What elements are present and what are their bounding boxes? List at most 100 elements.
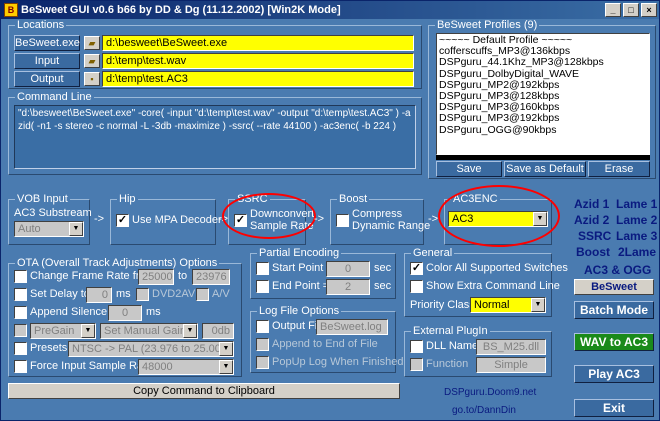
function-checkbox[interactable] [410, 358, 423, 371]
use-mpa-checkbox[interactable]: ✓ [116, 214, 129, 227]
priority-class-label: Priority Class [410, 299, 475, 311]
lame2-label[interactable]: Lame 2 [616, 213, 657, 227]
vob-input-title: VOB Input [15, 193, 70, 205]
ac3-substream-value: Auto [18, 223, 41, 235]
presets-checkbox[interactable] [14, 342, 27, 355]
output-path[interactable]: d:\temp\test.AC3 [102, 71, 414, 87]
erase-profile-button[interactable]: Erase [588, 161, 650, 177]
output-log-checkbox[interactable] [256, 320, 269, 333]
append-log-checkbox[interactable] [256, 338, 269, 351]
play-ac3-button[interactable]: Play AC3 [574, 365, 654, 383]
start-sec-label: sec [374, 262, 392, 274]
append-silence-checkbox[interactable] [14, 306, 27, 319]
input-path[interactable]: d:\temp\test.wav [102, 53, 414, 69]
output-button[interactable]: Output [14, 71, 80, 87]
append-silence-input[interactable]: 0 [108, 305, 142, 321]
title-bar: B BeSweet GUI v0.6 b66 by DD & Dg (11.12… [1, 1, 659, 19]
ac3-substream-select[interactable]: Auto ▼ [14, 221, 84, 237]
chevron-down-icon[interactable]: ▼ [219, 342, 233, 356]
color-switches-checkbox[interactable]: ✓ [410, 262, 423, 275]
besweet-mode-button[interactable]: BeSweet [574, 279, 654, 295]
ac3-ogg-label[interactable]: AC3 & OGG [584, 263, 651, 277]
end-sec-label: sec [374, 280, 392, 292]
save-profile-button[interactable]: Save [436, 161, 502, 177]
delay-ms-label: ms [116, 288, 131, 300]
minimize-button[interactable]: _ [605, 3, 621, 17]
change-frame-rate-checkbox[interactable] [14, 270, 27, 283]
main-window: B BeSweet GUI v0.6 b66 by DD & Dg (11.12… [0, 0, 660, 421]
maximize-button[interactable]: □ [623, 3, 639, 17]
presets-select[interactable]: NTSC -> PAL (23.976 to 25.000) ▼ [68, 341, 234, 357]
client-area: Locations BeSweet.exe ▰ d:\besweet\BeSwe… [4, 19, 658, 419]
chevron-down-icon[interactable]: ▼ [81, 324, 95, 338]
end-point-input[interactable]: 2 [326, 279, 370, 295]
boost-side-label[interactable]: Boost [576, 245, 610, 259]
highlight-circle-ac3enc [438, 185, 560, 247]
chevron-down-icon[interactable]: ▼ [219, 360, 233, 374]
command-line-text[interactable]: "d:\besweet\BeSweet.exe" -core( -input "… [14, 105, 416, 169]
chevron-down-icon[interactable]: ▼ [183, 324, 197, 338]
list-item[interactable]: DSPguru_MP3@192kbps [439, 113, 647, 124]
profiles-title: BeSweet Profiles (9) [435, 19, 540, 31]
ac3-substream-label: AC3 Substream [14, 207, 92, 219]
dll-name-input[interactable]: BS_M25.dll [476, 339, 546, 355]
profile-name-bar[interactable] [436, 155, 650, 160]
azid2-label[interactable]: Azid 2 [574, 213, 609, 227]
sample-rate-select[interactable]: 48000 ▼ [138, 359, 234, 375]
chevron-down-icon[interactable]: ▼ [69, 222, 83, 236]
2lame-label[interactable]: 2Lame [618, 245, 656, 259]
lame3-label[interactable]: Lame 3 [616, 229, 657, 243]
ota-title: OTA (Overall Track Adjustments) Options [15, 257, 220, 269]
extra-command-label: Show Extra Command Line [426, 280, 560, 292]
lame1-label[interactable]: Lame 1 [616, 197, 657, 211]
dll-checkbox[interactable] [410, 340, 423, 353]
start-point-checkbox[interactable] [256, 262, 269, 275]
compress-checkbox[interactable] [336, 214, 349, 227]
doom9-link[interactable]: DSPguru.Doom9.net [444, 387, 536, 398]
force-sample-rate-checkbox[interactable] [14, 360, 27, 373]
pregain-checkbox[interactable] [14, 324, 27, 337]
sample-rate-value: 48000 [142, 361, 173, 373]
log-file-input[interactable]: BeSweet.log [316, 319, 388, 335]
exit-button[interactable]: Exit [574, 399, 654, 417]
folder-open-icon[interactable]: ▰ [84, 54, 100, 68]
function-label: Function [426, 358, 469, 370]
list-item[interactable]: DSPguru_OGG@90kbps [439, 124, 647, 136]
save-default-button[interactable]: Save as Default [504, 161, 586, 177]
extra-command-checkbox[interactable] [410, 280, 423, 293]
azid1-label[interactable]: Azid 1 [574, 197, 609, 211]
danndin-link[interactable]: go.to/DannDin [452, 405, 516, 416]
list-item[interactable]: DSPguru_44.1Khz_MP3@128kbps [439, 57, 647, 68]
arrow-3: -> [314, 213, 325, 225]
av-checkbox[interactable] [196, 288, 209, 301]
copy-command-button[interactable]: Copy Command to Clipboard [8, 383, 400, 399]
profiles-list[interactable]: ~~~~~ Default Profile ~~~~~ cofferscuffs… [436, 33, 650, 155]
start-point-input[interactable]: 0 [326, 261, 370, 277]
ssrc-side-label[interactable]: SSRC [578, 229, 611, 243]
gain-input[interactable]: 0db [202, 323, 234, 339]
wav-to-ac3-button[interactable]: WAV to AC3 [574, 333, 654, 351]
set-delay-checkbox[interactable] [14, 288, 27, 301]
frame-rate-to-input[interactable]: 23976 [192, 269, 230, 285]
floppy-save-icon[interactable]: ▪ [84, 72, 100, 86]
besweet-exe-button[interactable]: BeSweet.exe [14, 35, 80, 51]
pregain-select[interactable]: PreGain ▼ [30, 323, 96, 339]
input-button[interactable]: Input [14, 53, 80, 69]
popup-log-checkbox[interactable] [256, 356, 269, 369]
priority-value: Normal [474, 299, 510, 311]
function-input[interactable]: Simple [476, 357, 546, 373]
chevron-down-icon[interactable]: ▼ [531, 298, 545, 312]
close-button[interactable]: × [641, 3, 657, 17]
priority-class-select[interactable]: Normal ▼ [470, 297, 546, 313]
end-point-checkbox[interactable] [256, 280, 269, 293]
compress-label: Compress [352, 208, 403, 220]
color-switches-label: Color All Supported Switches [426, 262, 568, 274]
dvd2avi-checkbox[interactable] [136, 288, 149, 301]
frame-rate-from-input[interactable]: 25000 [138, 269, 174, 285]
delay-input[interactable]: 0 [86, 287, 112, 303]
hip-title: Hip [117, 193, 138, 205]
gain-mode-select[interactable]: Set Manual Gain to ▼ [100, 323, 198, 339]
batch-mode-button[interactable]: Batch Mode [574, 301, 654, 319]
besweet-exe-path[interactable]: d:\besweet\BeSweet.exe [102, 35, 414, 51]
folder-open-icon[interactable]: ▰ [84, 36, 100, 50]
